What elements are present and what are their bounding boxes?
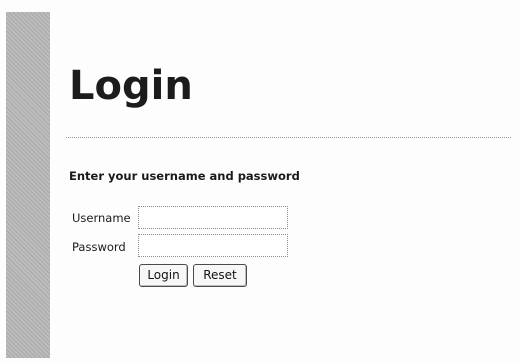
- form-instructions: Enter your username and password: [69, 169, 300, 183]
- left-decorative-bar: [6, 12, 50, 358]
- password-label: Password: [72, 240, 126, 254]
- password-input[interactable]: [138, 234, 288, 257]
- page-title: Login: [69, 63, 193, 109]
- username-input[interactable]: [138, 206, 288, 229]
- login-page: Login Enter your username and password U…: [0, 0, 519, 363]
- title-divider: [66, 137, 511, 138]
- username-label: Username: [72, 211, 131, 225]
- login-button[interactable]: Login: [139, 264, 188, 287]
- reset-button[interactable]: Reset: [193, 264, 247, 287]
